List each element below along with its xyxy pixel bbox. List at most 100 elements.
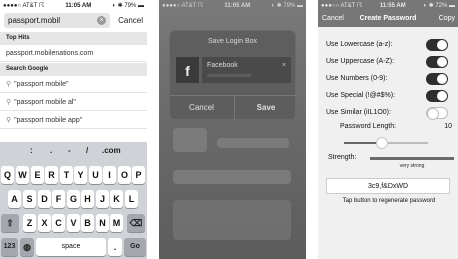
key-period[interactable]: .	[50, 146, 52, 155]
shift-key[interactable]: ⇧	[1, 214, 19, 232]
key-colon[interactable]: :	[30, 146, 33, 155]
numbers-key[interactable]: 123	[1, 238, 18, 256]
create-password-screen: ●●●○○ AT&T ☈ 11:55 AM ◐ ✱ 72% ▬ Create P…	[318, 0, 458, 259]
save-button[interactable]: Save	[234, 96, 297, 120]
key-n[interactable]: N	[96, 214, 109, 232]
key-i[interactable]: I	[103, 166, 116, 184]
keyboard: : . - / .com Q W E R T Y U I O P A S D F…	[0, 142, 147, 259]
key-h[interactable]: H	[81, 190, 94, 208]
key-q[interactable]: Q	[1, 166, 14, 184]
blurred-shape	[173, 170, 291, 184]
search-icon: ⚲	[6, 99, 12, 106]
numbers-toggle[interactable]	[426, 73, 448, 85]
facebook-icon: f	[176, 57, 199, 83]
key-a[interactable]: A	[8, 190, 21, 208]
clear-icon[interactable]: ×	[282, 62, 286, 69]
search-icon: ⚲	[6, 117, 12, 124]
go-key[interactable]: Go	[124, 238, 146, 256]
site-name-value: Facebook	[207, 62, 238, 69]
blurred-url-text	[207, 74, 251, 77]
suggestion-item[interactable]: ⚲ "passport mobile al"	[0, 94, 147, 111]
strength-text: very strong	[399, 163, 425, 169]
key-b[interactable]: B	[81, 214, 94, 232]
key-g[interactable]: G	[67, 190, 80, 208]
option-label: Use Similar (iIL1O0):	[326, 109, 391, 116]
battery-indicator: ◐ ✱ 79% ▬	[112, 3, 144, 9]
key-m[interactable]: M	[110, 214, 123, 232]
key-w[interactable]: W	[16, 166, 29, 184]
status-bar: ●●●●○ AT&T ☈ 11:05 AM ◐ ✱ 79% ▬	[0, 0, 147, 11]
space-key[interactable]: space	[36, 238, 106, 256]
option-lowercase: Use Lowercase (a-z):	[326, 38, 454, 52]
key-z[interactable]: Z	[23, 214, 36, 232]
search-bar: passport.mobil × Cancel	[4, 13, 143, 28]
blurred-shape	[217, 138, 289, 148]
keyboard-row-4: 123 ◍ space . Go	[0, 238, 147, 256]
option-uppercase: Use Uppercase (A-Z):	[326, 55, 454, 69]
uppercase-toggle[interactable]	[426, 56, 448, 68]
clock: 11:05 AM	[65, 2, 92, 9]
strength-meter	[370, 157, 454, 160]
clear-icon[interactable]: ×	[97, 16, 107, 25]
keyboard-row-1: Q W E R T Y U I O P	[0, 166, 147, 184]
key-r[interactable]: R	[45, 166, 58, 184]
globe-icon[interactable]: ◍	[20, 238, 34, 256]
cancel-button[interactable]: Cancel	[170, 96, 233, 120]
url-search-input[interactable]: passport.mobil ×	[4, 13, 111, 28]
strength-label: Strength:	[328, 154, 357, 161]
option-numbers: Use Numbers (0-9):	[326, 72, 454, 86]
length-slider[interactable]	[344, 137, 428, 149]
url-search-value: passport.mobil	[8, 16, 61, 25]
site-name-input[interactable]: Facebook ×	[202, 57, 291, 83]
suggestion-item[interactable]: ⚲ "passport mobile"	[0, 76, 147, 93]
key-v[interactable]: V	[67, 214, 80, 232]
nav-bar: Create Password Cancel Copy	[318, 11, 458, 27]
blurred-shape	[173, 128, 207, 152]
key-c[interactable]: C	[52, 214, 65, 232]
carrier-label: ●●●●○ AT&T ☈	[3, 3, 45, 9]
key-f[interactable]: F	[52, 190, 65, 208]
password-length-value: 10	[444, 123, 452, 130]
save-login-dialog: Save Login Box f Facebook × Cancel Save	[169, 30, 297, 120]
strength-fill	[370, 157, 454, 160]
option-label: Use Uppercase (A-Z):	[326, 58, 395, 65]
key-p[interactable]: P	[132, 166, 145, 184]
key-s[interactable]: S	[23, 190, 36, 208]
key-t[interactable]: T	[60, 166, 73, 184]
password-length-label: Password Length:	[340, 123, 397, 130]
key-dotcom[interactable]: .com	[102, 146, 121, 155]
cancel-button[interactable]: Cancel	[118, 16, 143, 25]
carrier-label: ●●●●○ AT&T ☈	[162, 3, 204, 9]
option-label: Use Lowercase (a-z):	[326, 41, 393, 48]
key-dash[interactable]: -	[68, 146, 71, 155]
key-e[interactable]: E	[31, 166, 44, 184]
status-bar: ●●●○○ AT&T ☈ 11:55 AM ◐ ✱ 72% ▬	[318, 0, 458, 11]
suggestion-label: "passport mobile"	[14, 81, 69, 88]
top-hit-item[interactable]: passport.mobilenations.com	[0, 45, 147, 62]
key-u[interactable]: U	[89, 166, 102, 184]
top-hits-header: Top Hits	[0, 32, 147, 45]
lowercase-toggle[interactable]	[426, 39, 448, 51]
search-google-header: Search Google	[0, 63, 147, 76]
option-similar: Use Similar (iIL1O0):	[326, 106, 454, 120]
backspace-key[interactable]: ⌫	[127, 214, 145, 232]
key-x[interactable]: X	[38, 214, 51, 232]
keyboard-row-3: ⇧ Z X C V B N M ⌫	[0, 214, 147, 232]
key-o[interactable]: O	[118, 166, 131, 184]
key-y[interactable]: Y	[74, 166, 87, 184]
generated-password-button[interactable]: 3c9,f&DxWD	[326, 178, 450, 194]
suggestion-item[interactable]: ⚲ "passport mobile app"	[0, 112, 147, 129]
key-k[interactable]: K	[110, 190, 123, 208]
key-d[interactable]: D	[38, 190, 51, 208]
copy-button[interactable]: Copy	[439, 15, 455, 22]
similar-toggle[interactable]	[426, 107, 448, 120]
special-toggle[interactable]	[426, 90, 448, 102]
period-key[interactable]: .	[108, 238, 122, 256]
regenerate-hint: Tap button to regenerate password	[342, 198, 436, 204]
key-j[interactable]: J	[96, 190, 109, 208]
cancel-button[interactable]: Cancel	[322, 15, 344, 22]
key-slash[interactable]: /	[86, 146, 88, 155]
key-l[interactable]: L	[125, 190, 138, 208]
slider-knob[interactable]	[375, 137, 388, 149]
option-special: Use Special (!@#$%):	[326, 89, 454, 103]
